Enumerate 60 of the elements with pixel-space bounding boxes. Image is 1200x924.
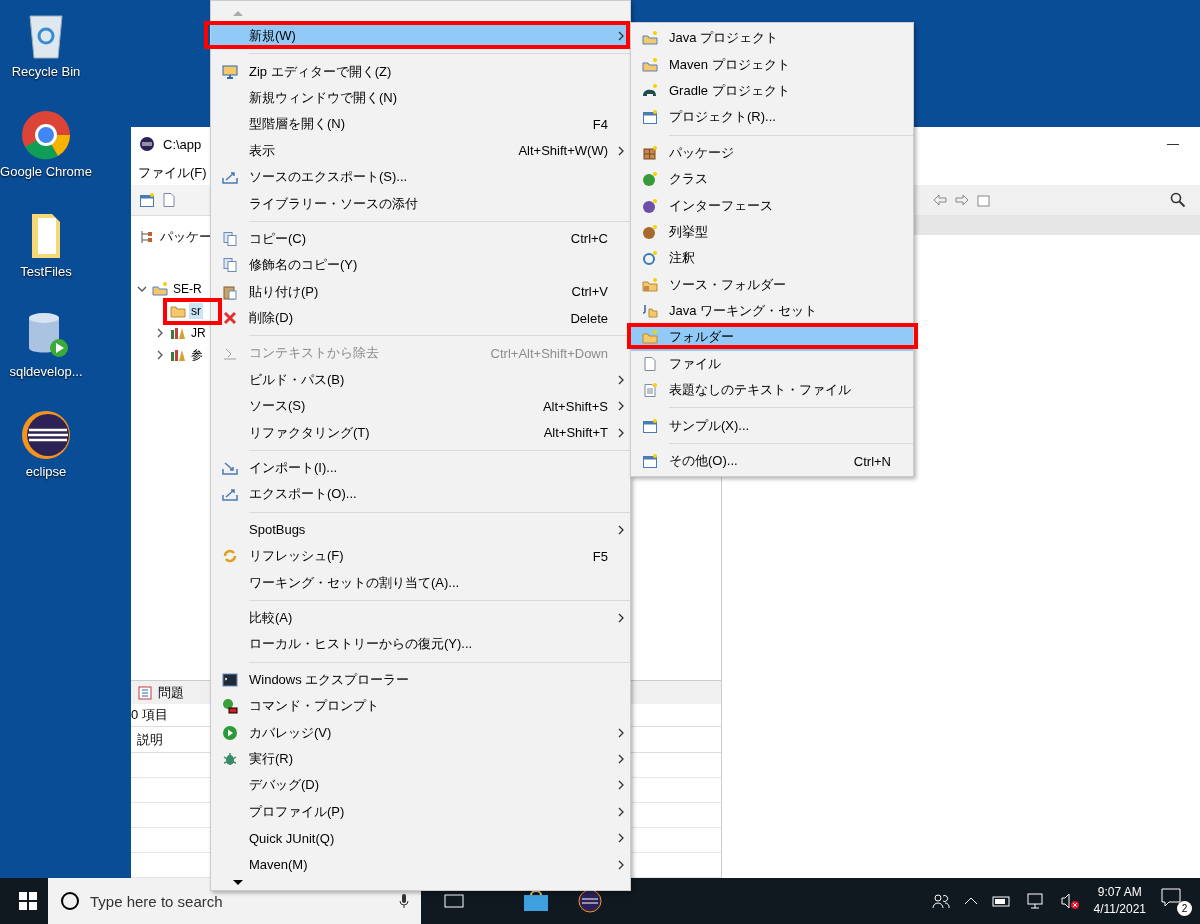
desktop-icon-label[interactable]: Google Chrome xyxy=(0,163,92,180)
menu-item[interactable]: プロジェクト(R)... xyxy=(631,104,913,131)
desktop-icon-label[interactable]: Recycle Bin xyxy=(11,63,81,80)
notification-count: 2 xyxy=(1177,901,1192,916)
menu-item[interactable]: SpotBugs xyxy=(211,516,630,544)
menu-item[interactable]: 実行(R) xyxy=(211,745,630,773)
menu-item[interactable]: ソース(S) Alt+Shift+S xyxy=(211,393,630,420)
tree-item[interactable]: SE-R xyxy=(171,281,204,297)
menu-item[interactable]: Java プロジェクト xyxy=(631,25,913,52)
tree-item[interactable]: sr xyxy=(189,303,203,319)
menu-item[interactable]: ビルド・パス(B) xyxy=(211,366,630,394)
menu-item[interactable]: エクスポート(O)... xyxy=(211,481,630,508)
item-count: 0 項目 xyxy=(131,706,168,725)
menu-item[interactable]: ソース・フォルダー xyxy=(631,271,913,298)
menu-item[interactable]: 表題なしのテキスト・ファイル xyxy=(631,377,913,404)
tree-item[interactable]: 参 xyxy=(189,347,205,363)
desktop-icon-label[interactable]: TestFiles xyxy=(20,263,72,280)
menu-item[interactable]: Maven プロジェクト xyxy=(631,51,913,78)
menu-item[interactable]: Windows エクスプローラー xyxy=(211,666,630,693)
menu-item[interactable]: Gradle プロジェクト xyxy=(631,77,913,105)
menu-item[interactable]: ローカル・ヒストリーからの復元(Y)... xyxy=(211,631,630,658)
menu-item[interactable]: クラス xyxy=(631,165,913,193)
menu-item[interactable]: リファクタリング(T) Alt+Shift+T xyxy=(211,419,630,446)
menu-item[interactable]: 型階層を開く(N) F4 xyxy=(211,111,630,138)
desktop-icon-label[interactable]: sqldevelop... xyxy=(9,363,83,380)
menu-item[interactable]: 列挙型 xyxy=(631,218,913,246)
menu-item[interactable]: Zip エディターで開く(Z) xyxy=(211,58,630,85)
menu-item[interactable]: デバッグ(D) xyxy=(211,772,630,799)
menu-item[interactable]: コマンド・プロンプト xyxy=(211,693,630,720)
menu-item[interactable]: 表示 Alt+Shift+W(W) xyxy=(211,137,630,164)
notifications-button[interactable]: 2 xyxy=(1160,886,1192,916)
menu-item[interactable]: 比較(A) xyxy=(211,604,630,632)
view-tab[interactable]: 問題 xyxy=(158,683,184,702)
menu-item[interactable]: Java ワーキング・セット xyxy=(631,297,913,325)
menu-item[interactable]: ワーキング・セットの割り当て(A)... xyxy=(211,569,630,596)
menu-item[interactable]: 貼り付け(P) Ctrl+V xyxy=(211,278,630,305)
tree-item[interactable]: JR xyxy=(189,325,208,341)
menu-item[interactable]: プロファイル(P) xyxy=(211,798,630,825)
menu-item[interactable]: ファイル xyxy=(631,350,913,378)
menu-item[interactable]: パッケージ xyxy=(631,139,913,166)
menu-item[interactable]: インポート(I)... xyxy=(211,454,630,482)
column-header[interactable]: 説明 xyxy=(137,730,163,749)
menu-item[interactable]: 注釈 xyxy=(631,245,913,272)
menu-item[interactable]: ソースのエクスポート(S)... xyxy=(211,163,630,191)
menu-item[interactable]: Quick JUnit(Q) xyxy=(211,824,630,852)
menu-item[interactable]: リフレッシュ(F) F5 xyxy=(211,543,630,570)
menu-item[interactable]: Maven(M) xyxy=(211,851,630,878)
menu-item[interactable]: ライブラリー・ソースの添付 xyxy=(211,190,630,217)
menu-item[interactable]: 新規ウィンドウで開く(N) xyxy=(211,84,630,112)
menu-item[interactable]: その他(O)... Ctrl+N xyxy=(631,447,913,475)
menu-item[interactable]: カバレッジ(V) xyxy=(211,719,630,746)
window-title: C:\app xyxy=(163,136,202,152)
desktop-icon-label[interactable]: eclipse xyxy=(25,463,67,480)
menu-bar-item[interactable]: ファイル(F) xyxy=(138,164,207,182)
menu-item[interactable]: 削除(D) Delete xyxy=(211,304,630,332)
menu-item[interactable]: コピー(C) Ctrl+C xyxy=(211,225,630,253)
menu-item[interactable]: 修飾名のコピー(Y) xyxy=(211,252,630,279)
menu-item[interactable]: サンプル(X)... xyxy=(631,412,913,439)
clock[interactable]: 9:07 AM 4/11/2021 xyxy=(1093,884,1146,918)
menu-item[interactable]: インターフェース xyxy=(631,192,913,219)
